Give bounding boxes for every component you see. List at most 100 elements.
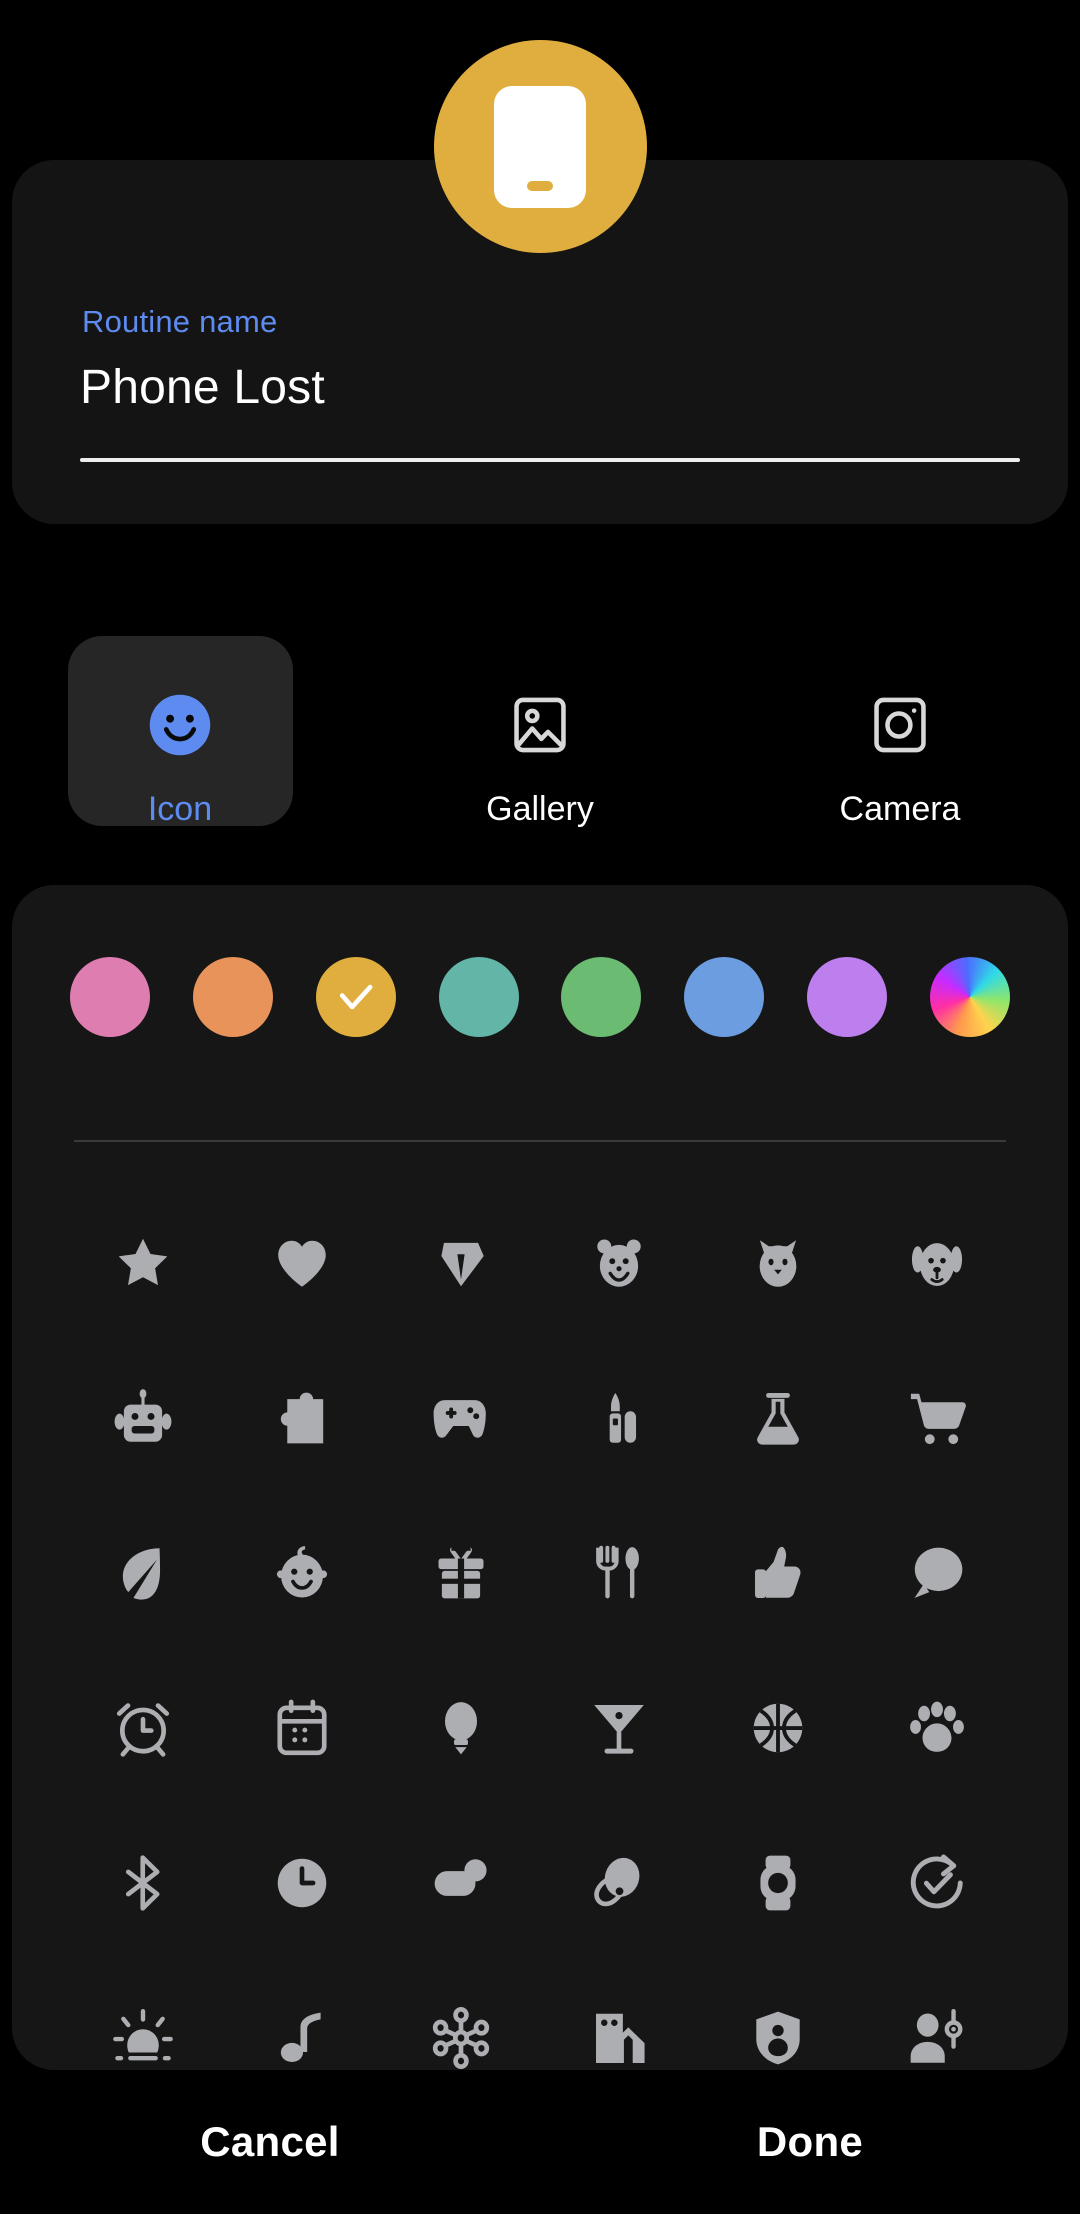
bottom-action-bar: Cancel Done (0, 2070, 1080, 2214)
color-swatch-orange[interactable] (192, 957, 273, 1037)
color-swatch-teal[interactable] (438, 957, 519, 1037)
lipstick-icon (610, 1392, 637, 1443)
icon-cell-gift[interactable] (381, 1495, 540, 1650)
icon-cell-bear[interactable] (540, 1185, 699, 1340)
color-swatch-purple[interactable] (807, 957, 888, 1037)
dog-icon (911, 1242, 962, 1286)
alarm-clock-icon (117, 1702, 170, 1757)
icon-cell-heart[interactable] (223, 1185, 382, 1340)
icon-cell-calendar[interactable] (223, 1650, 382, 1805)
icon-cell-thumbs-up[interactable] (699, 1495, 858, 1650)
star-icon (119, 1238, 168, 1285)
icon-cell-cat[interactable] (699, 1185, 858, 1340)
check-icon (339, 984, 373, 1010)
icon-cell-basketball[interactable] (699, 1650, 858, 1805)
color-swatch-green[interactable] (561, 957, 642, 1037)
puzzle-piece-icon (280, 1392, 324, 1443)
color-swatch-blue[interactable] (684, 957, 765, 1037)
hub-icon (432, 2006, 489, 2069)
icon-cell-leaf[interactable] (64, 1495, 223, 1650)
icon-cell-toggle-switch[interactable] (381, 1805, 540, 1960)
icon-cell-robot[interactable] (64, 1340, 223, 1495)
routine-name-card: Routine name (12, 160, 1068, 524)
chat-bubble-icon (914, 1547, 962, 1598)
icon-cell-earbud[interactable] (540, 1805, 699, 1960)
shield-icon (756, 2011, 800, 2064)
tab-gallery-label: Gallery (486, 790, 594, 828)
bluetooth-icon (126, 1854, 160, 1911)
basketball-icon (753, 1703, 803, 1752)
camera-icon (868, 682, 932, 768)
image-icon (508, 682, 572, 768)
icon-cell-flask[interactable] (699, 1340, 858, 1495)
sunrise-icon (113, 2008, 174, 2060)
icon-cell-bluetooth[interactable] (64, 1805, 223, 1960)
refresh-check-icon (910, 1853, 963, 1908)
icon-cell-person-antenna[interactable] (857, 1960, 1016, 2070)
tab-icon[interactable]: Icon (0, 590, 360, 826)
icon-cell-alarm-clock[interactable] (64, 1650, 223, 1805)
tab-camera[interactable]: Camera (720, 590, 1080, 826)
icon-cell-hub[interactable] (381, 1960, 540, 2070)
icon-cell-baby-face[interactable] (223, 1495, 382, 1650)
icon-cell-star[interactable] (64, 1185, 223, 1340)
flask-icon (757, 1392, 799, 1445)
bear-icon (597, 1238, 642, 1287)
smiley-face-icon (147, 682, 213, 768)
calendar-icon (277, 1699, 327, 1755)
routine-name-label: Routine name (82, 304, 278, 339)
baby-face-icon (276, 1545, 328, 1598)
person-antenna-icon (910, 2008, 963, 2063)
cancel-button[interactable]: Cancel (0, 2070, 540, 2214)
icon-cell-dog[interactable] (857, 1185, 1016, 1340)
icon-cell-gamepad[interactable] (381, 1340, 540, 1495)
cat-icon (759, 1239, 797, 1287)
icon-cell-sunrise[interactable] (64, 1960, 223, 2070)
icon-cell-cocktail[interactable] (540, 1650, 699, 1805)
gift-icon (438, 1546, 484, 1598)
tab-gallery[interactable]: Gallery (360, 590, 720, 826)
icon-grid (12, 1185, 1068, 2070)
gamepad-icon (433, 1399, 486, 1438)
lightbulb-icon (444, 1701, 477, 1754)
icon-cell-lightbulb[interactable] (381, 1650, 540, 1805)
leaf-icon (123, 1547, 161, 1600)
image-source-tabs: Icon Gallery Camera (0, 590, 1080, 826)
icon-cell-chat-bubble[interactable] (857, 1495, 1016, 1650)
paw-print-icon (909, 1701, 964, 1752)
clock-icon (277, 1858, 327, 1907)
color-swatch-row (12, 957, 1068, 1037)
routine-name-input[interactable] (80, 360, 960, 415)
icon-picker-card (12, 885, 1068, 2070)
picker-divider (74, 1140, 1006, 1142)
icon-cell-home[interactable] (540, 1960, 699, 2070)
icon-cell-shopping-cart[interactable] (857, 1340, 1016, 1495)
earbud-icon (594, 1857, 640, 1906)
robot-icon (114, 1388, 172, 1442)
color-swatch-pink[interactable] (70, 957, 150, 1037)
tab-icon-label: Icon (147, 790, 213, 828)
icon-cell-lipstick[interactable] (540, 1340, 699, 1495)
restaurant-icon (596, 1545, 640, 1598)
routine-name-underline (80, 458, 1020, 462)
color-swatch-amber[interactable] (315, 957, 396, 1037)
gem-icon (441, 1242, 484, 1286)
icon-cell-gem[interactable] (381, 1185, 540, 1340)
heart-icon (278, 1240, 326, 1287)
icon-cell-smartwatch[interactable] (699, 1805, 858, 1960)
icon-cell-puzzle-piece[interactable] (223, 1340, 382, 1495)
icon-cell-music-note[interactable] (223, 1960, 382, 2070)
icon-cell-restaurant[interactable] (540, 1495, 699, 1650)
shopping-cart-icon (910, 1393, 966, 1444)
tab-camera-label: Camera (839, 790, 961, 828)
icon-cell-shield[interactable] (699, 1960, 858, 2070)
icon-cell-clock[interactable] (223, 1805, 382, 1960)
color-swatch-rainbow[interactable] (929, 957, 1010, 1037)
thumbs-up-icon (754, 1546, 801, 1598)
icon-cell-paw-print[interactable] (857, 1650, 1016, 1805)
home-icon (596, 2013, 645, 2063)
music-note-icon (280, 2012, 321, 2062)
cocktail-icon (594, 1704, 645, 1754)
icon-cell-refresh-check[interactable] (857, 1805, 1016, 1960)
done-button[interactable]: Done (540, 2070, 1080, 2214)
